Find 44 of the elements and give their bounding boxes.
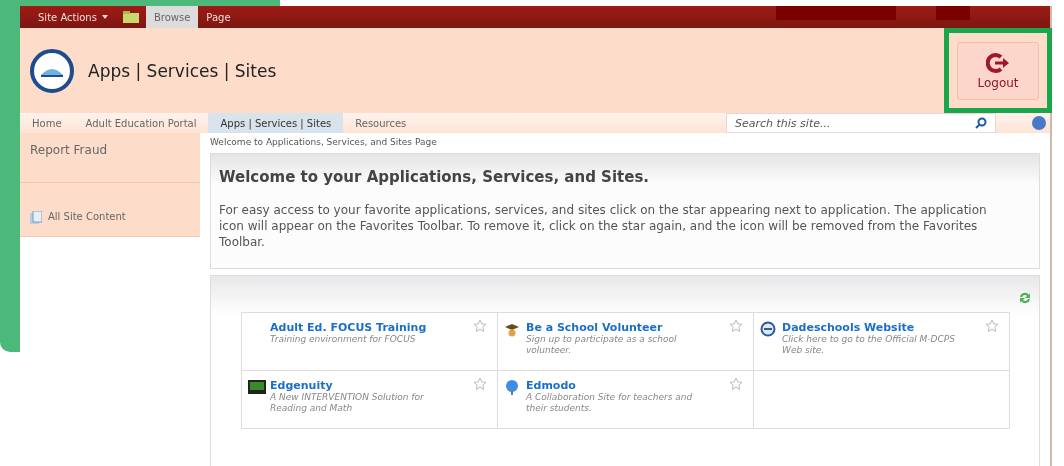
- app-description: A New INTERVENTION Solution for Reading and Math: [270, 392, 425, 414]
- app-link[interactable]: Edmodo: [526, 379, 716, 392]
- app-tile[interactable]: Adult Ed. FOCUS Training Training environment for FOCUS: [242, 313, 498, 371]
- nav-link[interactable]: Home: [20, 113, 74, 133]
- welcome-text: For easy access to your favorite applications, services, and sites click on the star appearing next to application. The application icon will appear on the Favorites Toolbar. To remove it, click on the star again, and the icon will be removed from the Favorites Toolbar.: [219, 202, 988, 250]
- star-icon[interactable]: [985, 319, 999, 333]
- app-description: Sign up to participate as a school volunteer.: [526, 334, 678, 356]
- monitor-icon: [248, 380, 266, 394]
- school-logo: [30, 48, 74, 93]
- welcome-heading: Welcome to your Applications, Services, and Sites.: [219, 168, 651, 186]
- caret-icon: [101, 15, 108, 19]
- site-actions-menu[interactable]: Site Actions: [30, 6, 116, 28]
- logout-icon: [986, 51, 1010, 74]
- app-description: Click here to go to the Official M-DCPS Web site.: [782, 334, 956, 356]
- app-tile[interactable]: Edgenuity A New INTERVENTION Solution for Reading and Math: [242, 371, 498, 429]
- folder-icon[interactable]: [121, 10, 140, 24]
- document-icon: [30, 211, 42, 224]
- ribbon-tab[interactable]: Browse: [145, 6, 199, 28]
- nav-link[interactable]: Apps | Services | Sites: [208, 113, 344, 133]
- help-icon[interactable]: [1032, 116, 1046, 130]
- nav-link[interactable]: Resources: [343, 113, 419, 133]
- app-description: Training environment for FOCUS: [270, 334, 417, 345]
- star-icon[interactable]: [473, 319, 487, 333]
- star-icon[interactable]: [473, 377, 487, 391]
- app-link[interactable]: Be a School Volunteer: [526, 321, 716, 334]
- page-breadcrumb: Welcome to Applications, Services, and Sites Page: [210, 137, 438, 147]
- graduation-cap-icon: [504, 321, 520, 337]
- app-tile[interactable]: Dadeschools Website Click here to go to the Official M-DCPS Web site.: [754, 313, 1010, 371]
- star-icon[interactable]: [729, 377, 743, 391]
- app-link[interactable]: Adult Ed. FOCUS Training: [270, 321, 460, 334]
- toolbar-block[interactable]: [936, 6, 970, 20]
- app-link[interactable]: Dadeschools Website: [782, 321, 972, 334]
- app-link[interactable]: Edgenuity: [270, 379, 460, 392]
- site-title: Apps | Services | Sites: [88, 60, 277, 81]
- sidebar-link[interactable]: All Site Content: [20, 183, 200, 237]
- app-tile[interactable]: Edmodo A Collaboration Site for teachers and their students.: [498, 371, 754, 429]
- logout-button[interactable]: Logout: [957, 41, 1039, 100]
- refresh-icon[interactable]: [1019, 292, 1031, 304]
- app-tile[interactable]: Be a School Volunteer Sign up to participate as a school volunteer.: [498, 313, 754, 371]
- app-description: A Collaboration Site for teachers and their students.: [526, 392, 694, 414]
- sidebar-link[interactable]: Report Fraud: [20, 133, 200, 183]
- star-icon[interactable]: [729, 319, 743, 333]
- nav-link[interactable]: Adult Education Portal: [73, 113, 209, 133]
- ribbon-tab[interactable]: Page: [198, 6, 239, 28]
